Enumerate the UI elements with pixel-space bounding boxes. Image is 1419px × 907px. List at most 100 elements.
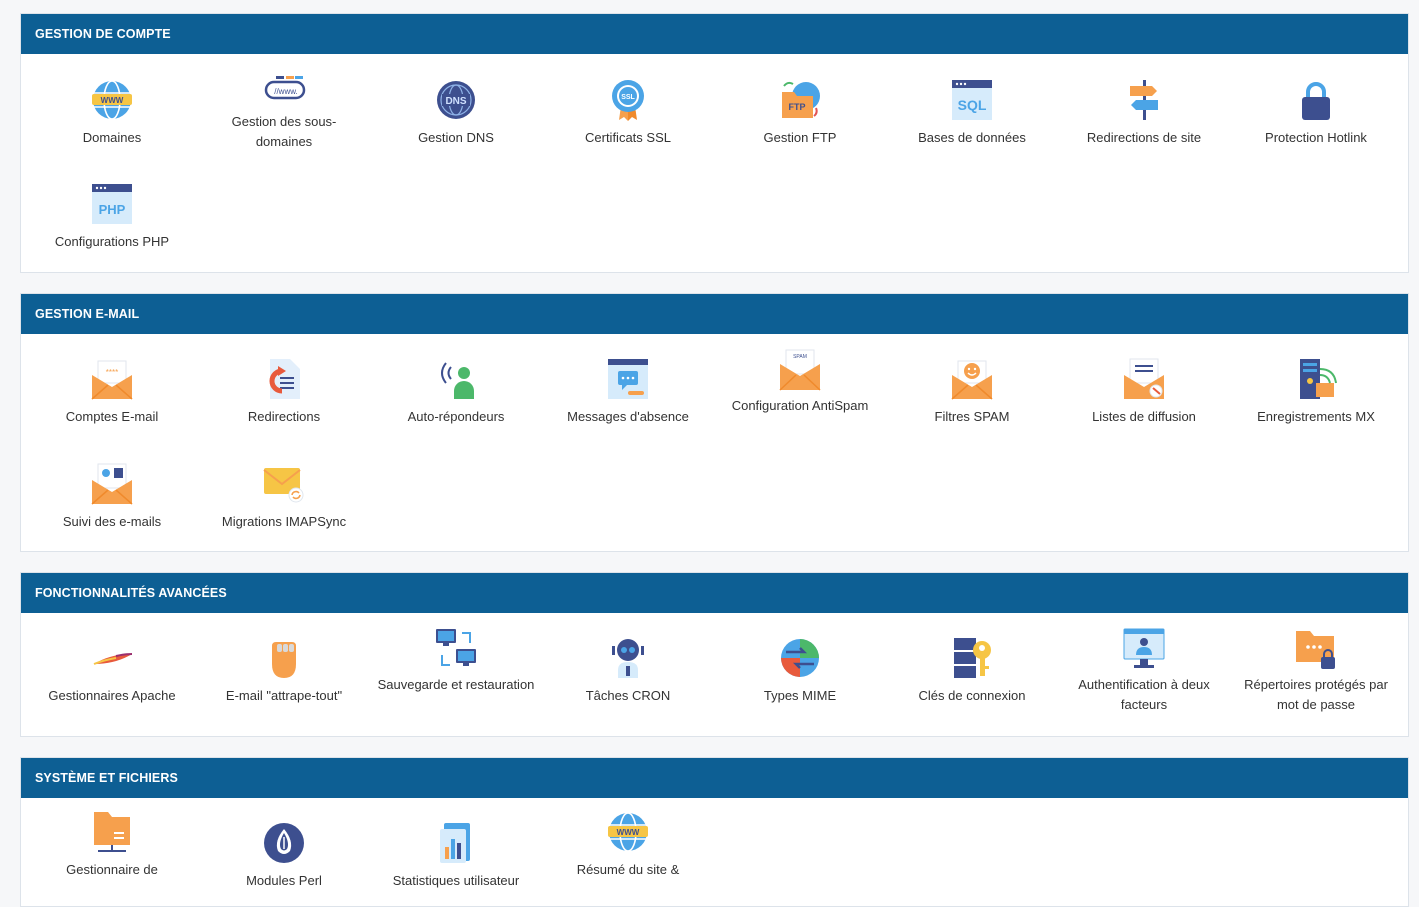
cron-robot-icon — [612, 639, 644, 678]
section-header: FONCTIONNALITÉS AVANCÉES — [21, 573, 1408, 613]
tile-label: Répertoires protégés par mot de passe — [1244, 677, 1388, 712]
absence-message-icon — [608, 359, 648, 399]
tile-messages-absence[interactable]: Messages d'absence — [542, 357, 714, 427]
tile-gestionnaires-apache[interactable]: Gestionnaires Apache — [26, 636, 198, 706]
tile-redirections-de-site[interactable]: Redirections de site — [1058, 78, 1230, 148]
tile-label: Types MIME — [763, 688, 837, 703]
tile-label: Tâches CRON — [585, 688, 671, 703]
tile-taches-cron[interactable]: Tâches CRON — [542, 636, 714, 706]
tile-label: Filtres SPAM — [934, 409, 1010, 424]
section-email-management: GESTION E-MAIL **** Comptes E-mail Redir… — [20, 293, 1409, 552]
perl-onion-icon — [264, 823, 304, 863]
section-account-management: GESTION DE COMPTE WWW Domaines //www. Ge… — [20, 13, 1409, 273]
tile-cles-de-connexion[interactable]: Clés de connexion — [886, 636, 1058, 706]
antispam-envelope-icon: SPAM — [779, 349, 821, 391]
tile-label: Redirections — [247, 409, 321, 424]
tile-label: Comptes E-mail — [65, 409, 159, 424]
spam-filter-envelope-icon — [951, 360, 993, 400]
auto-responder-icon — [441, 362, 474, 399]
mailing-list-icon — [1124, 358, 1164, 399]
sql-database-icon: SQL — [952, 80, 992, 120]
tile-modules-perl[interactable]: Modules Perl — [198, 821, 370, 891]
tile-label: Redirections de site — [1086, 130, 1202, 145]
tile-label: Résumé du site & — [576, 862, 680, 877]
tile-email-attrape-tout[interactable]: E-mail "attrape-tout" — [198, 636, 370, 706]
tile-label: Gestion DNS — [418, 130, 494, 145]
tile-configurations-php[interactable]: PHP Configurations PHP — [26, 182, 198, 252]
email-forward-icon — [269, 359, 300, 399]
svg-text:WWW: WWW — [617, 828, 640, 837]
tile-configuration-antispam[interactable]: SPAM Configuration AntiSpam — [714, 348, 886, 416]
tile-label: Gestionnaires Apache — [48, 688, 176, 703]
site-summary-globe-icon: WWW — [608, 812, 648, 852]
tile-label: Sauvegarde et restauration — [377, 677, 535, 692]
tile-filtres-spam[interactable]: Filtres SPAM — [886, 357, 1058, 427]
tile-label: Listes de diffusion — [1092, 409, 1196, 424]
svg-text:PHP: PHP — [99, 202, 126, 217]
tile-types-mime[interactable]: Types MIME — [714, 636, 886, 706]
tile-gestionnaire-de-fichiers[interactable]: Gestionnaire de — [26, 810, 198, 880]
tile-certificats-ssl[interactable]: SSL Certificats SSL — [542, 78, 714, 148]
imapsync-envelope-icon — [263, 468, 304, 503]
tile-label: Migrations IMAPSync — [221, 514, 347, 529]
tile-authentification-deux-facteurs[interactable]: Authentification à deux facteurs — [1058, 627, 1230, 715]
protected-folder-icon — [1296, 631, 1335, 669]
svg-text:DNS: DNS — [445, 96, 466, 107]
tile-label: Authentification à deux facteurs — [1078, 677, 1210, 712]
tile-sauvegarde-restauration[interactable]: Sauvegarde et restauration — [370, 627, 542, 695]
svg-text:SPAM: SPAM — [793, 354, 807, 360]
user-stats-icon — [440, 823, 470, 863]
tile-label: Domaines — [82, 130, 142, 145]
tile-suivi-des-emails[interactable]: Suivi des e-mails — [26, 462, 198, 532]
tile-label: Bases de données — [918, 130, 1026, 145]
section-header: GESTION DE COMPTE — [21, 14, 1408, 54]
php-window-icon: PHP — [92, 184, 132, 224]
lock-icon — [1302, 82, 1330, 120]
section-header: SYSTÈME ET FICHIERS — [21, 758, 1408, 798]
tile-comptes-email[interactable]: **** Comptes E-mail — [26, 357, 198, 427]
tile-gestion-dns[interactable]: DNS Gestion DNS — [370, 78, 542, 148]
tile-label: Protection Hotlink — [1265, 130, 1367, 145]
subdomain-www-icon: //www. — [264, 76, 306, 100]
tile-label: Gestion des sous-domaines — [231, 114, 337, 149]
svg-text:****: **** — [106, 368, 118, 377]
tile-label: Clés de connexion — [918, 688, 1026, 703]
tile-migrations-imapsync[interactable]: Migrations IMAPSync — [198, 462, 370, 532]
tile-redirections[interactable]: Redirections — [198, 357, 370, 427]
tile-label: Gestion FTP — [763, 130, 837, 145]
tile-enregistrements-mx[interactable]: Enregistrements MX — [1230, 357, 1402, 427]
tile-repertoires-proteges[interactable]: Répertoires protégés par mot de passe — [1230, 627, 1402, 715]
tile-label: Suivi des e-mails — [62, 514, 162, 529]
tile-resume-du-site[interactable]: WWW Résumé du site & — [542, 810, 714, 880]
tile-bases-de-donnees[interactable]: SQL Bases de données — [886, 78, 1058, 148]
tile-label: Messages d'absence — [567, 409, 689, 424]
section-header: GESTION E-MAIL — [21, 294, 1408, 334]
tile-label: Configuration AntiSpam — [731, 398, 869, 413]
tile-domaines[interactable]: WWW Domaines — [26, 78, 198, 148]
tile-statistiques-utilisateur[interactable]: Statistiques utilisateur — [370, 821, 542, 891]
tile-sous-domaines[interactable]: //www. Gestion des sous-domaines — [198, 74, 370, 152]
tile-auto-repondeurs[interactable]: Auto-répondeurs — [370, 357, 542, 427]
email-tracking-icon — [91, 463, 133, 505]
tile-protection-hotlink[interactable]: Protection Hotlink — [1230, 78, 1402, 148]
tile-label: Auto-répondeurs — [407, 409, 505, 424]
tile-label: Statistiques utilisateur — [392, 873, 520, 888]
dns-globe-icon: DNS — [437, 81, 475, 119]
svg-text:SSL: SSL — [621, 94, 635, 101]
tile-label: Enregistrements MX — [1257, 409, 1375, 424]
backup-computers-icon — [436, 629, 476, 666]
catch-all-hand-icon — [272, 642, 296, 678]
svg-text:SQL: SQL — [958, 97, 987, 113]
mx-server-icon — [1300, 359, 1337, 399]
mime-types-icon — [781, 639, 819, 677]
section-advanced-features: FONCTIONNALITÉS AVANCÉES Gestionnaires A… — [20, 572, 1409, 737]
tile-label: Configurations PHP — [54, 234, 170, 249]
svg-text:WWW: WWW — [101, 96, 124, 105]
apache-feather-icon — [93, 653, 133, 665]
tile-gestion-ftp[interactable]: FTP Gestion FTP — [714, 78, 886, 148]
two-factor-auth-icon — [1123, 628, 1165, 668]
tile-listes-de-diffusion[interactable]: Listes de diffusion — [1058, 357, 1230, 427]
svg-text://www.: //www. — [274, 87, 298, 96]
section-system-files: SYSTÈME ET FICHIERS Gestionnaire de Modu… — [20, 757, 1409, 907]
tile-label: Certificats SSL — [585, 130, 671, 145]
